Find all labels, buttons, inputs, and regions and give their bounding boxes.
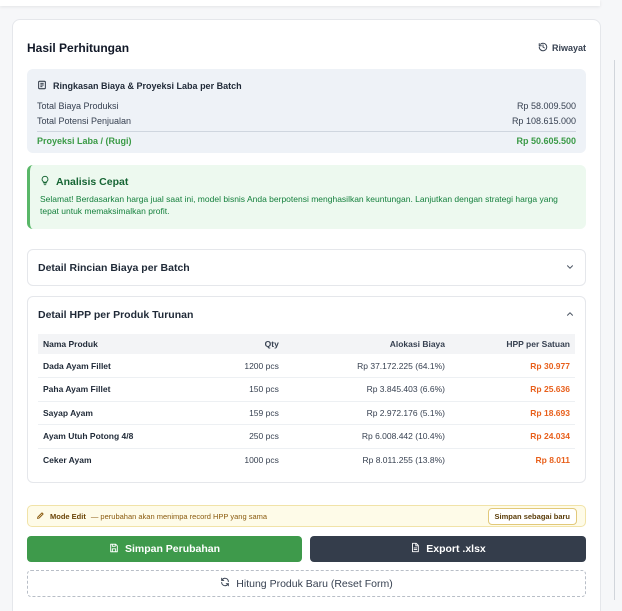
table-row: Ceker Ayam 1000 pcs Rp 8.011.255 (13.8%)…	[38, 448, 575, 472]
product-qty: 1200 pcs	[208, 354, 284, 378]
product-hpp: Rp 24.034	[450, 424, 575, 449]
export-xlsx-button[interactable]: Export .xlsx	[310, 536, 586, 562]
chevron-up-icon	[565, 306, 575, 324]
save-as-new-button[interactable]: Simpan sebagai baru	[487, 507, 577, 525]
edit-mode-banner: Mode Edit — perubahan akan menimpa recor…	[27, 505, 586, 527]
chevron-down-icon	[565, 259, 575, 277]
table-header-row: Nama Produk Qty Alokasi Biaya HPP per Sa…	[38, 334, 575, 354]
history-icon	[538, 42, 548, 54]
product-hpp: Rp 18.693	[450, 401, 575, 425]
edit-mode-label: Mode Edit	[50, 511, 86, 521]
product-allocation: Rp 3.845.403 (6.6%)	[283, 377, 451, 402]
reset-form-button[interactable]: Hitung Produk Baru (Reset Form)	[27, 570, 586, 597]
pencil-icon	[36, 511, 45, 522]
hpp-detail-title: Detail HPP per Produk Turunan	[38, 309, 194, 321]
refresh-icon	[220, 577, 230, 590]
table-row: Paha Ayam Fillet 150 pcs Rp 3.845.403 (6…	[38, 377, 575, 402]
lightbulb-icon	[40, 175, 50, 189]
summary-row-production-cost: Total Biaya Produksi Rp 58.009.500	[37, 100, 576, 111]
hpp-table: Nama Produk Qty Alokasi Biaya HPP per Sa…	[38, 334, 575, 472]
analysis-title: Analisis Cepat	[40, 175, 576, 189]
column-header-name: Nama Produk	[43, 339, 98, 349]
summary-row-potential-sales: Total Potensi Penjualan Rp 108.615.000	[37, 115, 576, 126]
summary-title: Ringkasan Biaya & Proyeksi Laba per Batc…	[37, 80, 576, 92]
product-name: Ayam Utuh Potong 4/8	[38, 424, 209, 449]
save-changes-button[interactable]: Simpan Perubahan	[27, 536, 302, 562]
file-icon	[410, 542, 420, 556]
product-hpp: Rp 30.977	[450, 354, 575, 378]
history-button[interactable]: Riwayat	[538, 42, 586, 54]
column-header-allocation: Alokasi Biaya	[389, 339, 446, 349]
column-header-qty: Qty	[264, 339, 279, 349]
cost-detail-title: Detail Rincian Biaya per Batch	[38, 262, 190, 274]
product-qty: 1000 pcs	[244, 455, 279, 465]
top-panel-edge	[0, 0, 600, 6]
save-icon	[109, 543, 119, 556]
hpp-detail-accordion-header[interactable]: Detail HPP per Produk Turunan	[28, 297, 585, 333]
product-allocation: Rp 37.172.225 (64.1%)	[283, 354, 451, 378]
product-qty: 159 pcs	[208, 401, 284, 425]
history-label: Riwayat	[551, 43, 586, 53]
quick-analysis-panel: Analisis Cepat Selamat! Berdasarkan harg…	[27, 165, 586, 229]
column-header-hpp: HPP per Satuan	[506, 339, 570, 349]
product-hpp: Rp 25.636	[450, 377, 575, 402]
table-row: Ayam Utuh Potong 4/8 250 pcs Rp 6.008.44…	[38, 424, 575, 449]
product-name: Paha Ayam Fillet	[38, 377, 209, 402]
product-hpp: Rp 8.011	[535, 455, 571, 465]
product-qty: 150 pcs	[208, 377, 284, 402]
product-allocation: Rp 6.008.442 (10.4%)	[283, 424, 451, 449]
product-name: Dada Ayam Fillet	[38, 354, 209, 378]
table-row: Sayap Ayam 159 pcs Rp 2.972.176 (5.1%) R…	[38, 401, 575, 425]
product-name: Ceker Ayam	[43, 455, 92, 465]
hpp-detail-accordion: Detail HPP per Produk Turunan Nama Produ…	[27, 296, 586, 483]
cost-detail-accordion-header[interactable]: Detail Rincian Biaya per Batch	[28, 250, 585, 286]
summary-row-profit: Proyeksi Laba / (Rugi) Rp 50.605.500	[37, 131, 576, 148]
product-qty: 250 pcs	[208, 424, 284, 449]
page-title: Hasil Perhitungan	[27, 41, 130, 55]
cost-summary-panel: Ringkasan Biaya & Proyeksi Laba per Batc…	[27, 69, 586, 153]
scrollbar-track[interactable]	[614, 60, 615, 600]
table-row: Dada Ayam Fillet 1200 pcs Rp 37.172.225 …	[38, 354, 575, 378]
product-name: Sayap Ayam	[38, 401, 209, 425]
result-card: Hasil Perhitungan Riwayat Ringkasan Biay…	[12, 19, 601, 611]
edit-mode-text: — perubahan akan menimpa record HPP yang…	[90, 511, 268, 521]
product-allocation: Rp 8.011.255 (13.8%)	[362, 455, 446, 465]
receipt-icon	[37, 80, 47, 92]
result-header: Hasil Perhitungan Riwayat	[27, 40, 586, 56]
product-allocation: Rp 2.972.176 (5.1%)	[283, 401, 451, 425]
analysis-text: Selamat! Berdasarkan harga jual saat ini…	[40, 194, 558, 216]
cost-detail-accordion: Detail Rincian Biaya per Batch	[27, 249, 586, 286]
